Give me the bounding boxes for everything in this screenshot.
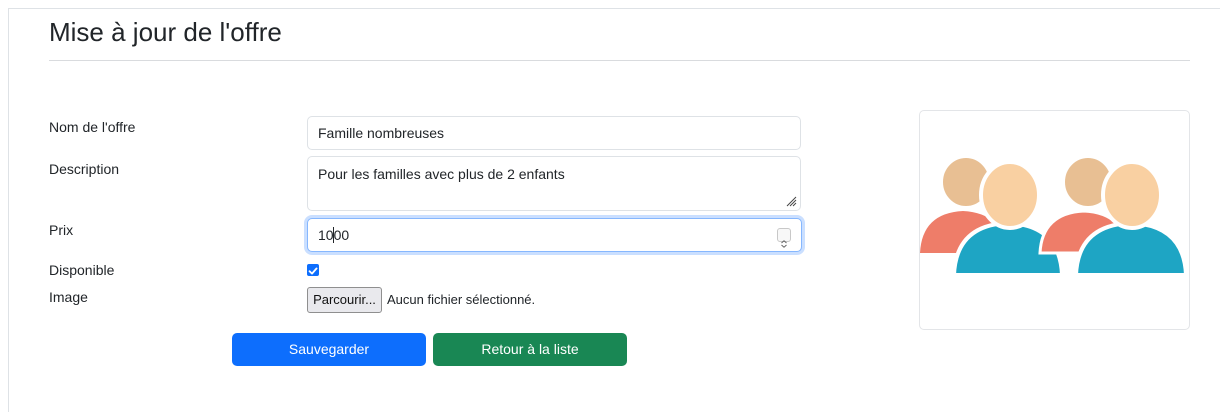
number-spinner[interactable] xyxy=(777,228,791,248)
description-label: Description xyxy=(49,161,120,177)
name-label: Nom de l'offre xyxy=(49,119,136,135)
description-textarea-value: Pour les familles avec plus de 2 enfants xyxy=(318,166,565,182)
price-input-value-start: 10 xyxy=(318,227,334,243)
file-status-text: Aucun fichier sélectionné. xyxy=(387,292,536,307)
available-label: Disponible xyxy=(49,262,115,278)
checkmark-icon xyxy=(308,267,318,275)
image-label: Image xyxy=(49,289,88,305)
browse-file-button[interactable]: Parcourir... xyxy=(307,287,382,313)
offer-image-preview xyxy=(919,110,1190,330)
back-to-list-button[interactable]: Retour à la liste xyxy=(433,333,627,366)
price-label: Prix xyxy=(49,222,74,238)
resize-grip-icon[interactable] xyxy=(786,196,797,207)
spinner-arrows-icon xyxy=(781,240,787,248)
available-checkbox[interactable] xyxy=(307,264,319,276)
price-input-value-end: 00 xyxy=(333,227,350,243)
save-button[interactable]: Sauvegarder xyxy=(232,333,426,366)
family-group-icon xyxy=(920,154,1189,277)
front-person-head-right xyxy=(1101,160,1163,230)
price-input[interactable]: 1000 xyxy=(307,218,802,252)
description-textarea[interactable]: Pour les familles avec plus de 2 enfants xyxy=(307,156,801,211)
title-divider xyxy=(49,60,1190,61)
name-input-value: Famille nombreuses xyxy=(318,125,445,141)
page-title: Mise à jour de l'offre xyxy=(49,17,282,47)
name-input[interactable]: Famille nombreuses xyxy=(307,116,801,150)
front-person-head-left xyxy=(979,160,1041,230)
frame-left-border xyxy=(8,8,9,412)
frame-top-border xyxy=(8,8,1220,9)
